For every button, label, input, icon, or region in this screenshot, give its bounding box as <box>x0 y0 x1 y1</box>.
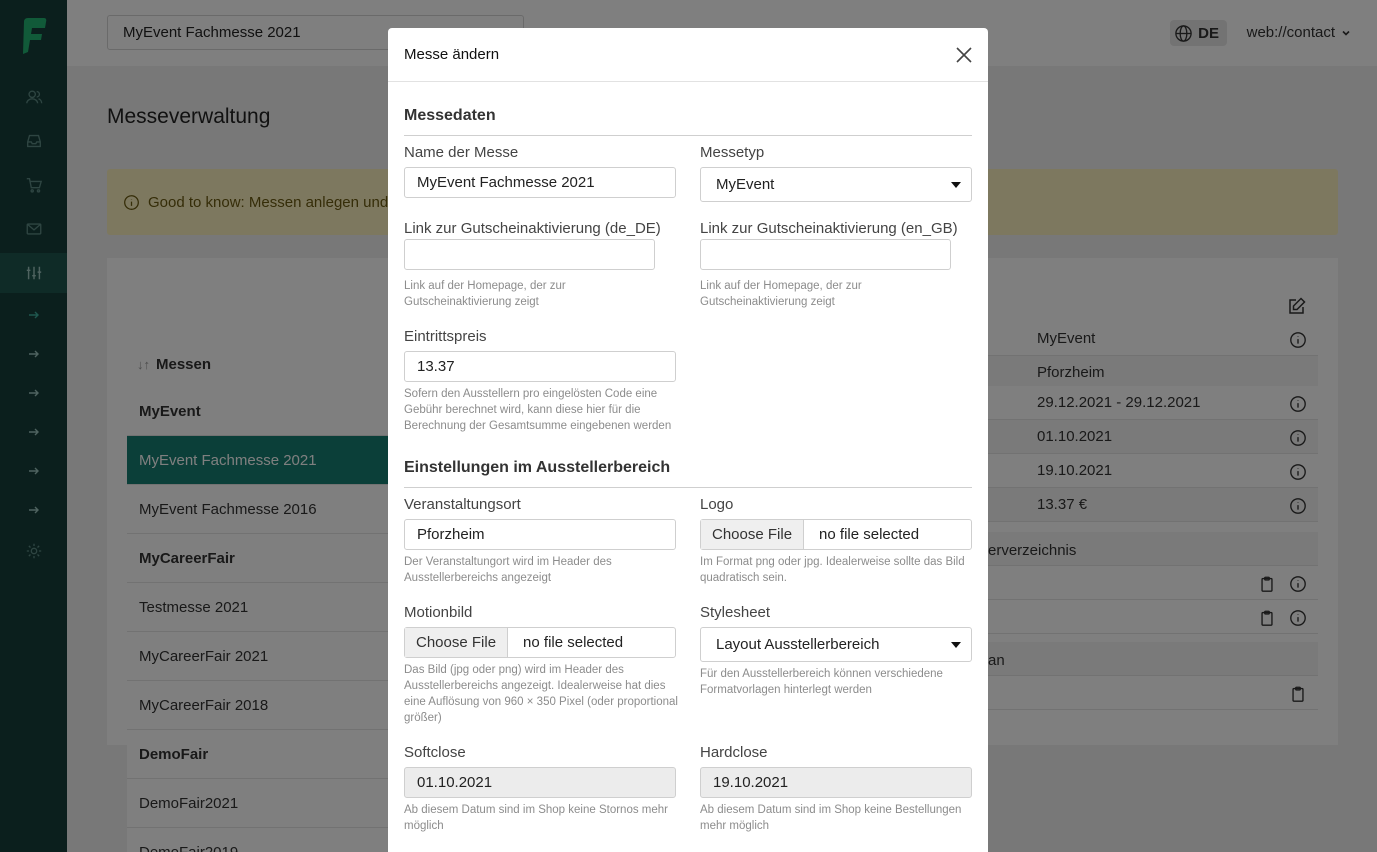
link-de-hint: Link auf der Homepage, der zur Gutschein… <box>404 280 566 308</box>
type-select[interactable]: MyEvent <box>700 167 972 202</box>
price-hint: Sofern den Ausstellern pro eingelösten C… <box>404 388 672 432</box>
stylesheet-select[interactable]: Layout Ausstellerbereich <box>700 627 972 662</box>
price-input[interactable]: 13.37 <box>404 351 676 382</box>
hardclose-hint: Ab diesem Datum sind im Shop keine Beste… <box>700 804 962 832</box>
link-de-label: Link zur Gutscheinaktivierung (de_DE) <box>404 220 661 237</box>
softclose-hint: Ab diesem Datum sind im Shop keine Storn… <box>404 804 668 832</box>
venue-label: Veranstaltungsort <box>404 496 521 513</box>
venue-input[interactable]: Pforzheim <box>404 519 676 550</box>
price-label: Eintrittspreis <box>404 328 487 345</box>
motion-file-status: no file selected <box>523 634 624 651</box>
link-en-label: Link zur Gutscheinaktivierung (en_GB) <box>700 220 958 237</box>
logo-file-input[interactable]: Choose File no file selected <box>700 519 972 550</box>
type-label: Messetyp <box>700 144 765 161</box>
type-select-value: MyEvent <box>716 176 775 193</box>
motion-label: Motionbild <box>404 604 473 621</box>
section-title-event-data: Messedaten <box>404 107 972 136</box>
hardclose-label: Hardclose <box>700 744 768 761</box>
edit-event-modal: Messe ändern Messedaten Name der Messe M… <box>388 28 988 852</box>
stylesheet-label: Stylesheet <box>700 604 771 621</box>
motion-hint: Das Bild (jpg oder png) wird im Header d… <box>404 664 678 724</box>
caret-down-icon <box>951 642 961 648</box>
logo-choose-file-button[interactable]: Choose File <box>701 520 805 549</box>
close-icon[interactable] <box>954 45 974 65</box>
link-de-input[interactable] <box>404 239 655 270</box>
section-title-exhibitor-settings: Einstellungen im Ausstellerbereich <box>404 459 972 488</box>
motion-file-input[interactable]: Choose File no file selected <box>404 627 676 658</box>
modal-title: Messe ändern <box>404 46 500 63</box>
softclose-input[interactable]: 01.10.2021 <box>404 767 676 798</box>
name-input[interactable]: MyEvent Fachmesse 2021 <box>404 167 676 198</box>
softclose-label: Softclose <box>404 744 466 761</box>
logo-file-status: no file selected <box>819 526 920 543</box>
venue-hint: Der Veranstaltungort wird im Header des … <box>404 556 612 584</box>
modal-header: Messe ändern <box>388 28 988 82</box>
link-en-hint: Link auf der Homepage, der zur Gutschein… <box>700 280 862 308</box>
name-label: Name der Messe <box>404 144 519 161</box>
logo-label: Logo <box>700 496 734 513</box>
stylesheet-hint: Für den Ausstellerbereich können verschi… <box>700 668 943 696</box>
logo-hint: Im Format png oder jpg. Idealerweise sol… <box>700 556 965 584</box>
stylesheet-select-value: Layout Ausstellerbereich <box>716 636 880 653</box>
caret-down-icon <box>951 182 961 188</box>
hardclose-input[interactable]: 19.10.2021 <box>700 767 972 798</box>
motion-choose-file-button[interactable]: Choose File <box>405 628 509 657</box>
link-en-input[interactable] <box>700 239 951 270</box>
